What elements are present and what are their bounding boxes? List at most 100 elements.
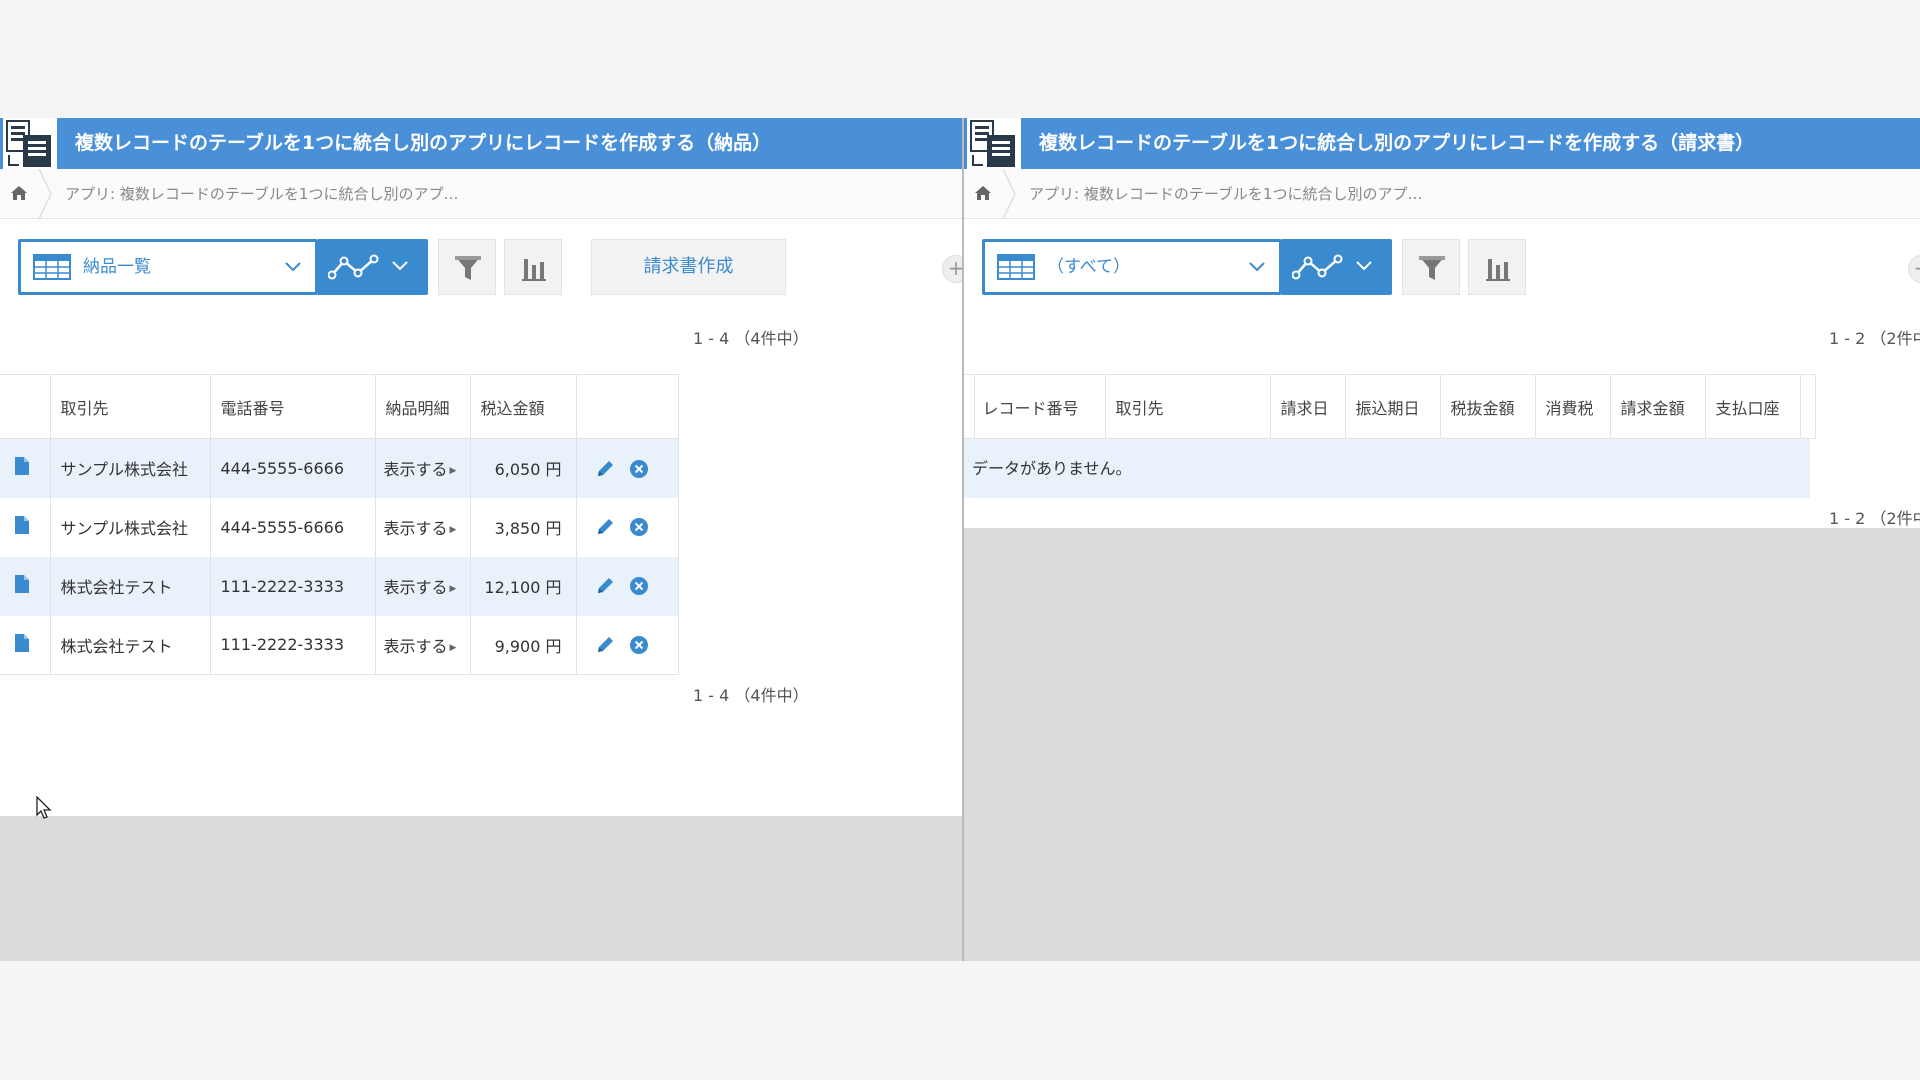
grid-icon xyxy=(997,254,1035,280)
phone-cell: 111-2222-3333 xyxy=(210,556,376,616)
app-icon[interactable] xyxy=(3,118,57,169)
column-header[interactable]: 請求日 xyxy=(1270,374,1346,439)
toolbar: 納品一覧 請求書作成 + xyxy=(0,219,964,304)
filter-icon xyxy=(1419,256,1445,280)
column-header[interactable]: 請求金額 xyxy=(1610,374,1706,439)
header-spacer xyxy=(0,374,51,439)
breadcrumb: アプリ: 複数レコードのテーブルを1つに統合し別のアプ… xyxy=(0,169,964,219)
row-actions xyxy=(576,438,679,498)
chevron-down-icon xyxy=(392,261,408,271)
pencil-icon[interactable] xyxy=(595,635,615,655)
pencil-icon[interactable] xyxy=(595,459,615,479)
show-details-link[interactable]: 表示する xyxy=(384,637,448,656)
row-actions xyxy=(576,497,679,557)
breadcrumb-separator-icon xyxy=(38,169,52,219)
caret-right-icon: ▶ xyxy=(449,584,457,594)
graph-dropdown-button[interactable] xyxy=(318,239,428,295)
detail-cell[interactable]: 表示する ▶ xyxy=(375,497,471,557)
filter-icon xyxy=(455,256,481,280)
app-title: 複数レコードのテーブルを1つに統合し別のアプリにレコードを作成する（納品） xyxy=(75,132,772,154)
graph-dropdown-button[interactable] xyxy=(1282,239,1392,295)
header-spacer xyxy=(964,374,975,439)
home-icon[interactable] xyxy=(974,184,992,202)
pager-count: 1 - 4 （4件中） xyxy=(693,686,809,705)
header-spacer xyxy=(576,374,679,439)
pager-count: 1 - 2 （2件中） xyxy=(1829,329,1920,348)
app-title-bar: 複数レコードのテーブルを1つに統合し別のアプリにレコードを作成する（納品） xyxy=(0,118,964,169)
view-selector-label: （すべて） xyxy=(1047,257,1131,277)
document-icon[interactable] xyxy=(14,574,30,594)
filter-button[interactable] xyxy=(1402,239,1460,295)
row-actions xyxy=(576,615,679,675)
view-selector[interactable]: （すべて） xyxy=(982,239,1282,295)
column-header[interactable]: 税抜金額 xyxy=(1440,374,1536,439)
column-header[interactable]: レコード番号 xyxy=(974,374,1106,439)
column-header[interactable]: 消費税 xyxy=(1535,374,1611,439)
document-icon[interactable] xyxy=(14,456,30,476)
pencil-icon[interactable] xyxy=(595,517,615,537)
close-circle-icon[interactable] xyxy=(629,635,649,655)
pager-bottom: 1 - 4 （4件中） xyxy=(0,675,964,717)
header-spacer xyxy=(1800,374,1816,439)
client-cell: 株式会社テスト xyxy=(50,556,211,616)
add-record-button[interactable]: + xyxy=(942,255,964,283)
pager-bottom: 1 - 2 （2件中） xyxy=(964,498,1920,540)
detail-cell[interactable]: 表示する ▶ xyxy=(375,615,471,675)
detail-cell[interactable]: 表示する ▶ xyxy=(375,438,471,498)
chevron-down-icon xyxy=(1249,262,1265,272)
toolbar: （すべて） xyxy=(964,219,1920,304)
table-row: 株式会社テスト 111-2222-3333 表示する ▶ 12,100 円 xyxy=(0,556,679,616)
document-icon[interactable] xyxy=(14,515,30,535)
pager-count: 1 - 4 （4件中） xyxy=(693,329,809,348)
table-header: 取引先 電話番号 納品明細 税込金額 xyxy=(0,374,679,439)
caret-right-icon: ▶ xyxy=(449,642,457,653)
show-details-link[interactable]: 表示する xyxy=(384,519,448,538)
add-record-button[interactable]: + xyxy=(1908,255,1920,283)
column-header[interactable]: 支払口座 xyxy=(1705,374,1801,439)
chart-button[interactable] xyxy=(1468,239,1526,295)
column-header[interactable]: 取引先 xyxy=(1105,374,1271,439)
mouse-cursor-icon xyxy=(36,796,52,819)
column-header[interactable]: 取引先 xyxy=(50,374,211,439)
grid-icon xyxy=(33,254,71,280)
pager-top: 1 - 4 （4件中） xyxy=(0,304,964,374)
app-icon[interactable] xyxy=(967,118,1021,169)
phone-cell: 444-5555-6666 xyxy=(210,497,376,557)
close-circle-icon[interactable] xyxy=(629,576,649,596)
create-invoice-button[interactable]: 請求書作成 xyxy=(591,239,786,295)
column-header[interactable]: 税込金額 xyxy=(470,374,577,439)
close-circle-icon[interactable] xyxy=(629,459,649,479)
show-details-link[interactable]: 表示する xyxy=(384,578,448,597)
close-circle-icon[interactable] xyxy=(629,517,649,537)
table-header: レコード番号 取引先 請求日 振込期日 税抜金額 消費税 請求金額 支払口座 xyxy=(964,374,1816,439)
home-icon[interactable] xyxy=(10,184,28,202)
row-actions xyxy=(576,556,679,616)
document-icon[interactable] xyxy=(14,633,30,653)
app-title: 複数レコードのテーブルを1つに統合し別のアプリにレコードを作成する（請求書） xyxy=(1039,132,1755,154)
record-table: 取引先 電話番号 納品明細 税込金額 サンプル株式会社 444-5555-666… xyxy=(0,374,679,675)
pager-top: 1 - 2 （2件中） xyxy=(964,304,1920,374)
amount-cell: 12,100 円 xyxy=(470,556,577,616)
chevron-down-icon xyxy=(285,262,301,272)
amount-cell: 6,050 円 xyxy=(470,438,577,498)
pencil-icon[interactable] xyxy=(595,576,615,596)
breadcrumb-separator-icon xyxy=(1002,169,1016,219)
column-header[interactable]: 電話番号 xyxy=(210,374,376,439)
detail-cell[interactable]: 表示する ▶ xyxy=(375,556,471,616)
amount-cell: 3,850 円 xyxy=(470,497,577,557)
filter-button[interactable] xyxy=(438,239,496,295)
show-details-link[interactable]: 表示する xyxy=(384,460,448,479)
left-app-panel: 複数レコードのテーブルを1つに統合し別のアプリにレコードを作成する（納品） アプ… xyxy=(0,118,964,961)
no-data-message: データがありません。 xyxy=(964,439,1810,498)
column-header[interactable]: 納品明細 xyxy=(375,374,471,439)
view-selector[interactable]: 納品一覧 xyxy=(18,239,318,295)
column-header[interactable]: 振込期日 xyxy=(1345,374,1441,439)
table-row: 株式会社テスト 111-2222-3333 表示する ▶ 9,900 円 xyxy=(0,615,679,675)
chart-button[interactable] xyxy=(504,239,562,295)
breadcrumb-app-link[interactable]: アプリ: 複数レコードのテーブルを1つに統合し別のアプ… xyxy=(65,169,458,219)
bar-chart-icon xyxy=(1486,259,1510,281)
table-row: サンプル株式会社 444-5555-6666 表示する ▶ 6,050 円 xyxy=(0,438,679,498)
breadcrumb: アプリ: 複数レコードのテーブルを1つに統合し別のアプ… xyxy=(964,169,1920,219)
record-list-content: （すべて） 1 - 2 （2件 レコード番号 取引先 請求日 振込期日 税抜金額… xyxy=(964,219,1920,528)
breadcrumb-app-link[interactable]: アプリ: 複数レコードのテーブルを1つに統合し別のアプ… xyxy=(1029,169,1422,219)
